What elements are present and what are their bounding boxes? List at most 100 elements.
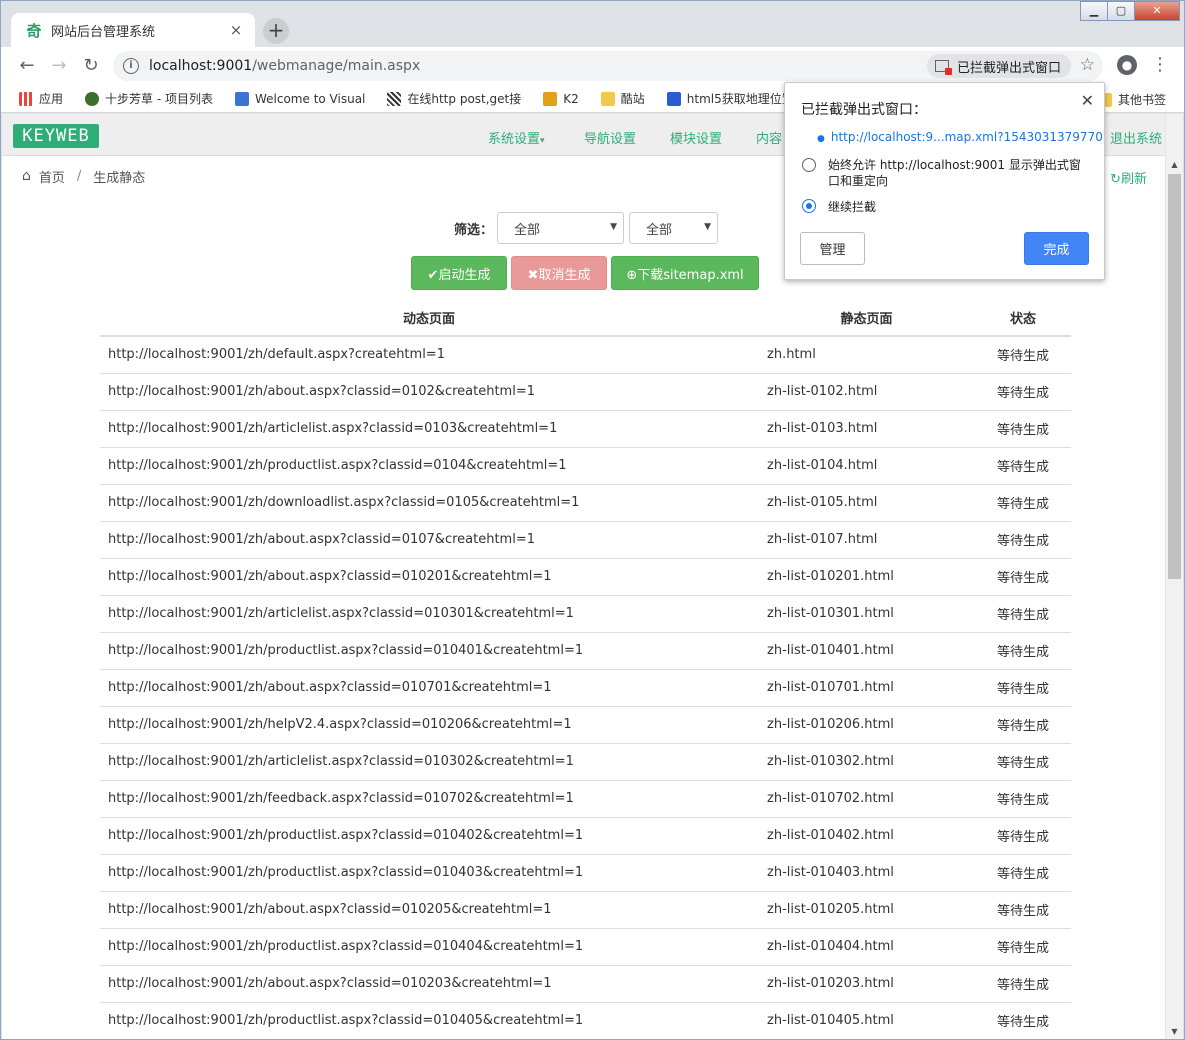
window-close-button[interactable]: ✕: [1134, 1, 1180, 21]
dynamic-page-cell: http://localhost:9001/zh/downloadlist.as…: [100, 484, 758, 522]
popup-close-icon[interactable]: ✕: [1081, 91, 1094, 110]
browser-menu-icon[interactable]: ⋮: [1151, 54, 1169, 75]
download-sitemap-button[interactable]: ⊕下载sitemap.xml: [611, 256, 759, 290]
dynamic-page-cell: http://localhost:9001/zh/about.aspx?clas…: [100, 521, 758, 559]
apps-grid-icon: [19, 91, 33, 106]
browser-toolbar: ← → ↻ i localhost:9001/webmanage/main.as…: [1, 47, 1184, 85]
table-row: http://localhost:9001/zh/about.aspx?clas…: [100, 891, 1071, 929]
static-page-cell: zh.html: [758, 336, 975, 374]
bookmark-item[interactable]: html5获取地理位置: [666, 90, 794, 107]
bookmark-apps[interactable]: 应用: [19, 90, 63, 107]
static-page-cell: zh-list-010403.html: [758, 854, 975, 892]
popup-blocked-chip[interactable]: 已拦截弹出式窗口: [926, 54, 1071, 78]
caret-down-icon: ▾: [540, 136, 545, 146]
scrollbar-thumb[interactable]: [1168, 174, 1181, 579]
filter-row: 筛选： 全部 ▼ 全部 ▼: [454, 212, 723, 244]
dynamic-page-cell: http://localhost:9001/zh/articlelist.asp…: [100, 743, 758, 781]
address-bar[interactable]: i localhost:9001/webmanage/main.aspx 已拦截…: [113, 51, 1103, 81]
status-cell: 等待生成: [975, 669, 1071, 707]
static-page-cell: zh-list-010401.html: [758, 632, 975, 670]
status-cell: 等待生成: [975, 632, 1071, 670]
reload-icon[interactable]: ↻: [75, 50, 107, 82]
radio-unchecked[interactable]: [802, 158, 816, 172]
tab-close-icon[interactable]: ×: [227, 21, 245, 39]
site-info-icon[interactable]: i: [123, 58, 139, 74]
cancel-generate-button[interactable]: ✖取消生成: [511, 256, 607, 290]
status-cell: 等待生成: [975, 410, 1071, 448]
dynamic-page-cell: http://localhost:9001/zh/about.aspx?clas…: [100, 965, 758, 1003]
popup-blocked-icon: [934, 60, 952, 75]
table-row: http://localhost:9001/zh/articlelist.asp…: [100, 743, 1071, 781]
page-scrollbar[interactable]: ▲ ▼: [1165, 114, 1183, 1039]
static-page-cell: zh-list-0104.html: [758, 447, 975, 485]
scroll-down-arrow-icon[interactable]: ▼: [1166, 1023, 1183, 1039]
table-header-row: 动态页面 静态页面 状态: [100, 300, 1071, 337]
dynamic-page-cell: http://localhost:9001/zh/about.aspx?clas…: [100, 669, 758, 707]
tab-strip: 奇 网站后台管理系统 × + ▁ ▢ ✕: [1, 1, 1184, 47]
static-page-cell: zh-list-010206.html: [758, 706, 975, 744]
nav-navigation-settings[interactable]: 导航设置: [584, 128, 636, 147]
static-page-cell: zh-list-010404.html: [758, 928, 975, 966]
bookmark-item[interactable]: K2: [543, 91, 579, 106]
back-arrow-icon[interactable]: ←: [11, 50, 43, 82]
status-cell: 等待生成: [975, 595, 1071, 633]
dynamic-page-cell: http://localhost:9001/zh/productlist.asp…: [100, 854, 758, 892]
status-cell: 等待生成: [975, 854, 1071, 892]
dynamic-page-cell: http://localhost:9001/zh/productlist.asp…: [100, 447, 758, 485]
blocked-popup-link[interactable]: ● http://localhost:9...map.xml?1543031379…: [817, 130, 1103, 144]
status-cell: 等待生成: [975, 1002, 1071, 1039]
bookmark-item[interactable]: 十步芳草 - 项目列表: [85, 90, 213, 107]
table-row: http://localhost:9001/zh/productlist.asp…: [100, 1002, 1071, 1039]
paw-icon: [666, 91, 681, 106]
dynamic-page-cell: http://localhost:9001/zh/default.aspx?cr…: [100, 336, 758, 374]
static-page-cell: zh-list-010702.html: [758, 780, 975, 818]
table-row: http://localhost:9001/zh/about.aspx?clas…: [100, 373, 1071, 411]
radio-allow-popups[interactable]: 始终允许 http://localhost:9001 显示弹出式窗口和重定向: [802, 157, 1092, 189]
status-cell: 等待生成: [975, 336, 1071, 374]
status-cell: 等待生成: [975, 965, 1071, 1003]
nav-module-settings[interactable]: 模块设置: [670, 128, 722, 147]
static-page-cell: zh-list-010203.html: [758, 965, 975, 1003]
nav-system-settings[interactable]: 系统设置▾: [488, 128, 545, 147]
bookmark-item[interactable]: Welcome to Visual: [234, 91, 365, 106]
minimize-button[interactable]: ▁: [1080, 1, 1108, 21]
bookmark-folder[interactable]: 酷站: [600, 90, 645, 107]
popup-title: 已拦截弹出式窗口：: [801, 102, 927, 118]
k2-icon: [543, 91, 558, 106]
filter-select-1[interactable]: 全部 ▼: [497, 212, 625, 244]
maximize-button[interactable]: ▢: [1107, 1, 1135, 21]
new-tab-button[interactable]: +: [263, 18, 289, 44]
nav-content[interactable]: 内容: [756, 128, 782, 147]
status-cell: 等待生成: [975, 484, 1071, 522]
done-button[interactable]: 完成: [1024, 232, 1089, 265]
filter-select-2[interactable]: 全部 ▼: [629, 212, 719, 244]
dropdown-arrow-icon: ▼: [704, 222, 712, 232]
browser-tab[interactable]: 奇 网站后台管理系统 ×: [11, 13, 255, 47]
scroll-up-arrow-icon[interactable]: ▲: [1166, 156, 1183, 173]
table-row: http://localhost:9001/zh/downloadlist.as…: [100, 484, 1071, 522]
static-page-cell: zh-list-0103.html: [758, 410, 975, 448]
dynamic-page-cell: http://localhost:9001/zh/productlist.asp…: [100, 928, 758, 966]
bookmark-item[interactable]: 在线http post,get接: [387, 90, 521, 107]
table-row: http://localhost:9001/zh/helpV2.4.aspx?c…: [100, 706, 1071, 744]
breadcrumb-home[interactable]: 首页: [39, 167, 65, 186]
manage-button[interactable]: 管理: [800, 232, 865, 265]
dynamic-page-cell: http://localhost:9001/zh/about.aspx?clas…: [100, 558, 758, 596]
table-row: http://localhost:9001/zh/about.aspx?clas…: [100, 669, 1071, 707]
profile-avatar-icon[interactable]: ●: [1117, 55, 1137, 75]
column-header-dynamic: 动态页面: [100, 300, 758, 337]
bookmark-star-icon[interactable]: ☆: [1080, 55, 1095, 75]
nav-logout[interactable]: 退出系统: [1110, 128, 1162, 147]
start-generate-button[interactable]: ✔启动生成: [411, 256, 507, 290]
forward-arrow-icon[interactable]: →: [43, 50, 75, 82]
radio-keep-blocking[interactable]: 继续拦截: [802, 198, 876, 215]
static-page-cell: zh-list-010405.html: [758, 1002, 975, 1039]
status-cell: 等待生成: [975, 447, 1071, 485]
radio-checked[interactable]: [802, 199, 816, 213]
other-bookmarks[interactable]: 其他书签: [1097, 91, 1166, 108]
breadcrumb-separator: /: [76, 168, 82, 184]
status-cell: 等待生成: [975, 373, 1071, 411]
static-page-cell: zh-list-0105.html: [758, 484, 975, 522]
refresh-link[interactable]: ↻刷新: [1110, 168, 1147, 187]
site-logo: KEYWEB: [13, 124, 99, 148]
